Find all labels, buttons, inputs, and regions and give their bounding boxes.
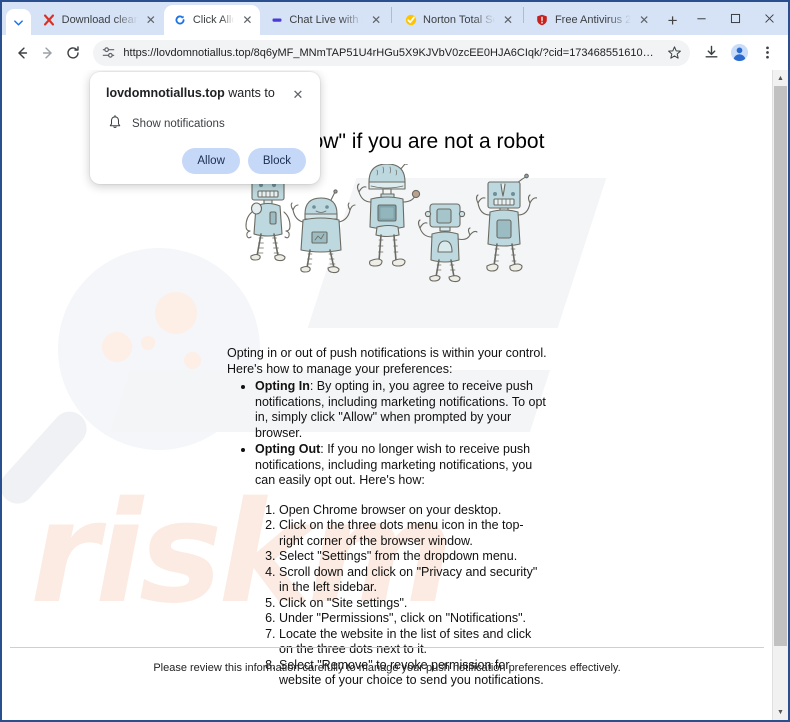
opting-bullet-list: Opting In: By opting in, you agree to re… bbox=[245, 379, 547, 489]
maximize-icon bbox=[730, 13, 740, 24]
tab-chat-live[interactable]: Chat Live with Hot ✕ bbox=[260, 5, 389, 35]
arrow-left-icon bbox=[18, 46, 28, 59]
minimize-button[interactable] bbox=[684, 4, 718, 34]
arrow-right-icon bbox=[42, 46, 52, 59]
five-robots-svg bbox=[245, 160, 538, 283]
tab-title: Free Antivirus 2025 bbox=[554, 14, 632, 26]
list-item: Opting In: By opting in, you agree to re… bbox=[255, 379, 547, 441]
permission-wants-to: wants to bbox=[224, 86, 275, 100]
tab-click-allow[interactable]: Click Allow ✕ bbox=[163, 5, 261, 35]
browser-window: Download clean To ✕ Click Allow ✕ Chat L… bbox=[0, 0, 790, 722]
tab-title: Chat Live with Hot bbox=[289, 14, 363, 26]
list-item: Open Chrome browser on your desktop. bbox=[279, 503, 547, 519]
profile-avatar-icon[interactable] bbox=[726, 40, 752, 66]
footer-divider bbox=[10, 647, 764, 648]
maximize-button[interactable] bbox=[718, 4, 752, 34]
red-shield-icon bbox=[536, 14, 549, 27]
list-item: Click on "Site settings". bbox=[279, 596, 547, 612]
permission-actions: Allow Block bbox=[106, 148, 306, 174]
back-button[interactable] bbox=[10, 39, 34, 67]
robots-illustration bbox=[237, 160, 538, 304]
tab-title: Norton Total Secu bbox=[423, 14, 495, 26]
chevron-down-icon bbox=[13, 19, 23, 26]
permission-title: lovdomnotiallus.top wants to bbox=[106, 85, 290, 101]
tab-divider bbox=[523, 7, 524, 23]
browser-toolbar: https://lovdomnotiallus.top/8q6yMF_MNmTA… bbox=[2, 35, 788, 70]
download-icon[interactable] bbox=[698, 40, 724, 66]
purple-bar-icon bbox=[270, 14, 283, 27]
tab-close-icon[interactable]: ✕ bbox=[240, 13, 254, 27]
tab-norton[interactable]: Norton Total Secu ✕ bbox=[394, 5, 521, 35]
scrollbar-track[interactable] bbox=[773, 86, 789, 704]
web-page: riskm Click "Allow" if you are not a rob… bbox=[2, 70, 772, 720]
three-dot-menu-icon[interactable] bbox=[754, 40, 780, 66]
tab-title: Download clean To bbox=[61, 14, 138, 26]
steps-list: Open Chrome browser on your desktop. Cli… bbox=[267, 503, 547, 689]
address-bar[interactable]: https://lovdomnotiallus.top/8q6yMF_MNmTA… bbox=[93, 39, 690, 66]
instructions-block: Opting in or out of push notifications i… bbox=[227, 346, 547, 689]
reload-icon bbox=[67, 45, 80, 59]
tab-divider bbox=[391, 7, 393, 23]
norton-check-icon bbox=[404, 14, 417, 27]
footer-note: Please review this information carefully… bbox=[153, 662, 621, 674]
list-item: Under "Permissions", click on "Notificat… bbox=[279, 611, 547, 627]
list-item: Scroll down and click on "Privacy and se… bbox=[279, 565, 547, 596]
notification-permission-dialog: lovdomnotiallus.top wants to ✕ Show noti… bbox=[90, 72, 320, 184]
tab-close-icon[interactable]: ✕ bbox=[501, 13, 515, 27]
minimize-icon bbox=[696, 18, 706, 20]
tab-close-icon[interactable]: ✕ bbox=[637, 13, 651, 27]
tab-title: Click Allow bbox=[192, 14, 235, 26]
tune-icon[interactable] bbox=[99, 44, 117, 62]
tab-search-button[interactable] bbox=[6, 9, 31, 35]
permission-request-label: Show notifications bbox=[132, 118, 225, 130]
star-icon[interactable] bbox=[664, 43, 684, 63]
forward-button[interactable] bbox=[36, 39, 60, 67]
scrollbar-thumb[interactable] bbox=[773, 86, 787, 646]
tab-close-icon[interactable]: ✕ bbox=[369, 13, 383, 27]
close-window-button[interactable] bbox=[752, 4, 786, 34]
tab-close-icon[interactable]: ✕ bbox=[144, 13, 158, 27]
tab-download-clean[interactable]: Download clean To ✕ bbox=[33, 5, 164, 35]
close-icon bbox=[764, 14, 774, 23]
bullet-term: Opting In bbox=[255, 379, 310, 393]
page-scrollbar[interactable]: ▲ ▼ bbox=[772, 70, 788, 720]
window-controls bbox=[684, 2, 788, 35]
list-item: Locate the website in the list of sites … bbox=[279, 627, 547, 658]
bullet-term: Opting Out bbox=[255, 442, 321, 456]
tab-strip: Download clean To ✕ Click Allow ✕ Chat L… bbox=[2, 2, 788, 35]
permission-origin: lovdomnotiallus.top bbox=[106, 86, 225, 100]
list-item: Select "Settings" from the dropdown menu… bbox=[279, 549, 547, 565]
scroll-up-arrow[interactable]: ▲ bbox=[773, 70, 789, 86]
list-item: Opting Out: If you no longer wish to rec… bbox=[255, 442, 547, 489]
blue-refresh-icon bbox=[174, 14, 187, 27]
bell-icon bbox=[108, 115, 122, 133]
new-tab-button[interactable]: + bbox=[661, 7, 684, 33]
reload-button[interactable] bbox=[62, 39, 86, 67]
page-viewport: riskm Click "Allow" if you are not a rob… bbox=[2, 70, 788, 720]
scroll-down-arrow[interactable]: ▼ bbox=[773, 704, 789, 720]
list-item: Click on the three dots menu icon in the… bbox=[279, 518, 547, 549]
close-icon[interactable]: ✕ bbox=[290, 86, 306, 102]
allow-button[interactable]: Allow bbox=[182, 148, 240, 174]
url-text: https://lovdomnotiallus.top/8q6yMF_MNmTA… bbox=[123, 46, 658, 59]
tab-free-antivirus[interactable]: Free Antivirus 2025 ✕ bbox=[526, 5, 657, 35]
red-x-icon bbox=[43, 14, 56, 27]
lead-paragraph: Opting in or out of push notifications i… bbox=[227, 346, 547, 376]
block-button[interactable]: Block bbox=[247, 148, 306, 174]
permission-request-row: Show notifications bbox=[106, 115, 306, 133]
